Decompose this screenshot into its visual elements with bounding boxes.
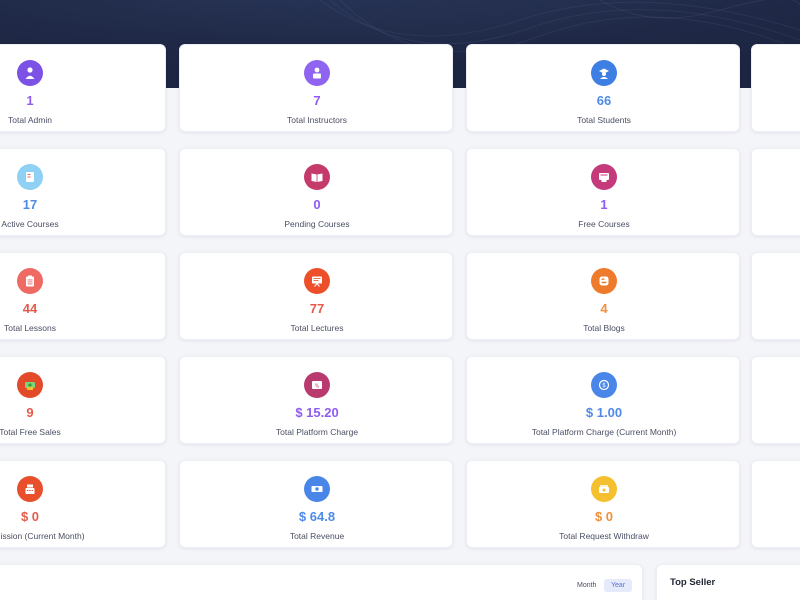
stat-card-partial: [751, 356, 800, 444]
tab-month[interactable]: Month: [570, 579, 603, 592]
certificate-icon: [591, 164, 617, 190]
stat-value: $ 64.8: [298, 509, 336, 524]
stat-label: Total Admin: [8, 115, 52, 125]
stat-label: Total Instructors: [287, 115, 347, 125]
stat-label: Total Students: [577, 115, 631, 125]
stat-label: Pending Courses: [284, 219, 350, 229]
stat-card-total-revenue: $ 64.8 Total Revenue: [179, 460, 453, 548]
stat-card-total-blogs: 4 Total Blogs: [466, 252, 740, 340]
stat-label: Commission (Current Month): [0, 531, 85, 541]
stat-value: 9: [26, 405, 34, 420]
stat-label: Total Platform Charge (Current Month): [531, 427, 677, 437]
revenue-icon: [304, 476, 330, 502]
stat-label: Total Platform Charge: [275, 427, 359, 437]
blog-icon: [591, 268, 617, 294]
stat-label: Total Lectures: [290, 323, 344, 333]
stat-card-total-free-sales: 9 Total Free Sales: [0, 356, 166, 444]
course-icon: [17, 164, 43, 190]
stat-card-pending-courses: 0 Pending Courses: [179, 148, 453, 236]
stat-card-total-platform-charge-month: $ $ 1.00 Total Platform Charge (Current Mo…: [466, 356, 740, 444]
stat-value: $ 15.20: [295, 405, 339, 420]
stat-label: Total Blogs: [583, 323, 625, 333]
stat-card-active-courses: 17 Active Courses: [0, 148, 166, 236]
stat-value: $ 0: [20, 509, 40, 524]
cash-register-icon: [17, 476, 43, 502]
stat-label: Total Free Sales: [0, 427, 61, 437]
stat-value: 0: [313, 197, 321, 212]
stat-label: Total Revenue: [289, 531, 345, 541]
stat-card-free-courses: 1 Free Courses: [466, 148, 740, 236]
stat-card-partial: [751, 460, 800, 548]
stat-card-total-platform-charge: % $ 15.20 Total Platform Charge: [179, 356, 453, 444]
stat-label: Active Courses: [1, 219, 59, 229]
stat-label: Total Request Withdraw: [559, 531, 649, 541]
stat-value: 1: [600, 197, 608, 212]
top-seller-title: Top Seller: [670, 577, 716, 588]
svg-text:%: %: [315, 383, 320, 389]
instructor-icon: [304, 60, 330, 86]
stat-card-partial: [751, 148, 800, 236]
percent-icon: %: [304, 372, 330, 398]
withdraw-icon: [591, 476, 617, 502]
stat-value: 4: [600, 301, 608, 316]
stat-label: Total Lessons: [4, 323, 56, 333]
top-seller-panel: Top Seller: [656, 564, 800, 600]
stat-value: $ 0: [594, 509, 614, 524]
stat-value: 77: [309, 301, 325, 316]
stat-card-total-students: 66 Total Students: [466, 44, 740, 132]
stat-card-commission-month: $ 0 Commission (Current Month): [0, 460, 166, 548]
stat-value: 7: [313, 93, 321, 108]
presentation-icon: [304, 268, 330, 294]
stat-value: $ 1.00: [585, 405, 623, 420]
clipboard-icon: [17, 268, 43, 294]
stat-label: Free Courses: [578, 219, 630, 229]
stat-card-total-request-withdraw: $ 0 Total Request Withdraw: [466, 460, 740, 548]
student-icon: [591, 60, 617, 86]
book-icon: [304, 164, 330, 190]
svg-text:$: $: [602, 382, 606, 389]
stat-value: 66: [596, 93, 612, 108]
stat-value: 44: [22, 301, 38, 316]
stat-card-partial: [751, 44, 800, 132]
stat-card-total-lectures: 77 Total Lectures: [179, 252, 453, 340]
stat-value: 1: [26, 93, 34, 108]
admin-icon: [17, 60, 43, 86]
stat-card-total-instructors: 7 Total Instructors: [179, 44, 453, 132]
stat-card-partial: [751, 252, 800, 340]
stat-card-total-admin: 1 Total Admin: [0, 44, 166, 132]
money-icon: $: [591, 372, 617, 398]
stat-value: 17: [22, 197, 38, 212]
sales-icon: [17, 372, 43, 398]
chart-panel: Month Year: [0, 564, 643, 600]
stat-card-total-lessons: 44 Total Lessons: [0, 252, 166, 340]
tab-year[interactable]: Year: [604, 579, 633, 592]
